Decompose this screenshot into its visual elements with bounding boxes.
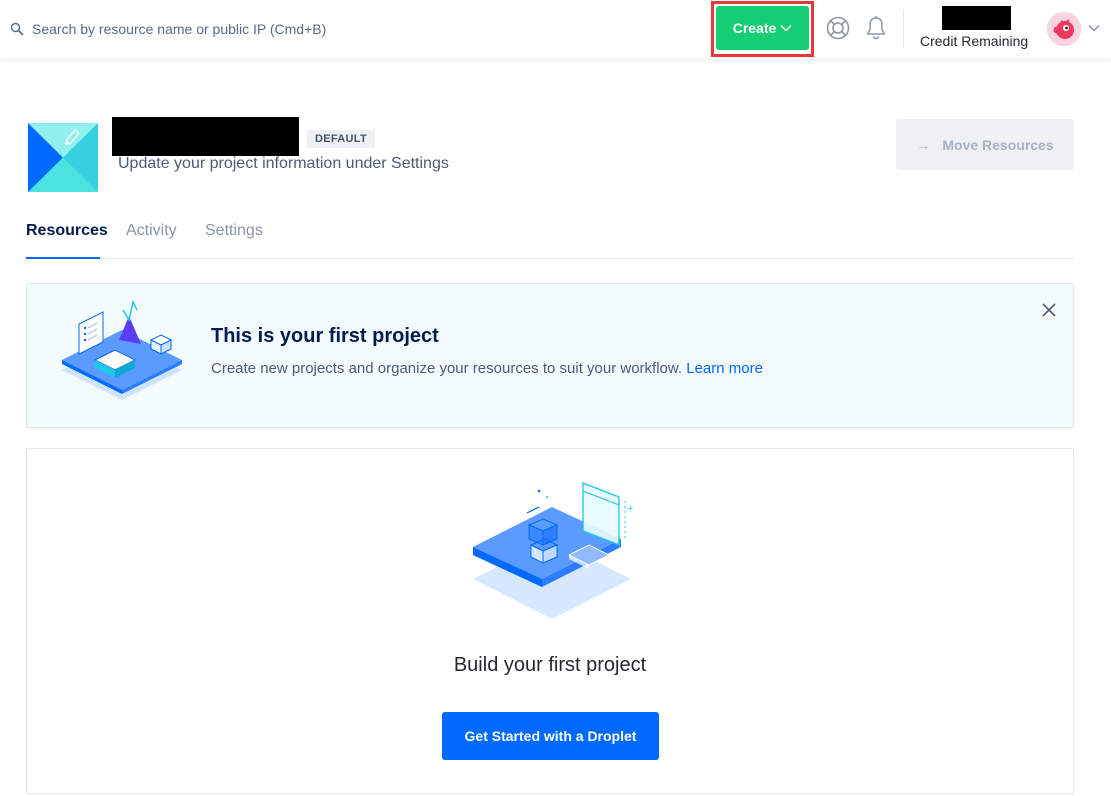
arrow-right-icon: → (916, 136, 931, 153)
user-avatar[interactable] (1047, 12, 1081, 46)
help-lifebuoy-icon[interactable] (826, 16, 850, 40)
project-tabs: Resources Activity Settings (26, 222, 1074, 259)
create-button-label: Create (732, 20, 777, 36)
search-bar[interactable] (10, 18, 412, 40)
credit-amount-redacted (942, 6, 1011, 30)
close-icon[interactable] (1041, 302, 1057, 318)
project-logo-icon[interactable] (28, 123, 98, 192)
banner-description: Create new projects and organize your re… (211, 360, 683, 377)
account-chevron-down-icon[interactable] (1087, 22, 1101, 34)
avatar-icon (1047, 12, 1081, 46)
create-button[interactable]: Create (716, 6, 809, 50)
credit-remaining-label: Credit Remaining (920, 33, 1029, 49)
move-resources-label: Move Resources (942, 136, 1054, 153)
project-illustration-icon (62, 299, 182, 400)
tab-settings[interactable]: Settings (205, 222, 263, 259)
notifications-bell-icon[interactable] (864, 15, 888, 41)
tab-resources[interactable]: Resources (26, 222, 108, 259)
get-started-droplet-button[interactable]: Get Started with a Droplet (442, 712, 659, 760)
first-project-banner: This is your first project Create new pr… (26, 283, 1074, 428)
top-navigation-bar: Create Credit Remaining (0, 0, 1111, 60)
move-resources-button[interactable]: → Move Resources (896, 119, 1074, 170)
svg-text:+: + (627, 504, 634, 513)
project-subtitle: Update your project information under Se… (118, 155, 449, 172)
search-input[interactable] (32, 21, 412, 37)
droplet-illustration-icon: + (473, 481, 634, 619)
default-badge: DEFAULT (307, 130, 376, 148)
project-name-redacted (112, 117, 299, 156)
tab-activity[interactable]: Activity (126, 222, 177, 259)
learn-more-link[interactable]: Learn more (686, 360, 763, 377)
chevron-down-icon (780, 24, 792, 32)
banner-title: This is your first project (211, 325, 439, 347)
topbar-divider (903, 10, 904, 48)
empty-state-card: + Build your first project Get Started w… (26, 448, 1074, 794)
banner-text: Create new projects and organize your re… (211, 360, 763, 377)
search-icon (10, 22, 24, 36)
empty-state-title: Build your first project (453, 654, 647, 676)
